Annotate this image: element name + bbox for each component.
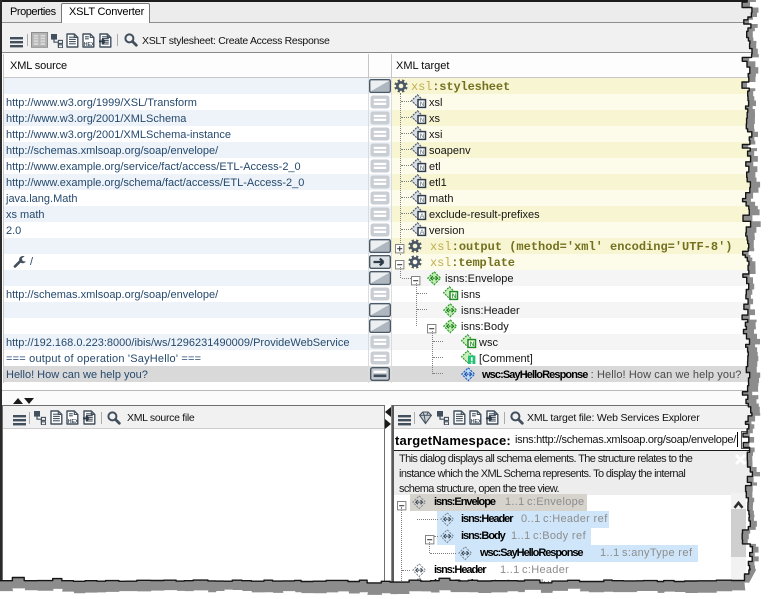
svg-text:N: N <box>420 117 425 124</box>
svg-text:A: A <box>420 213 425 220</box>
svg-text:N: N <box>420 181 425 188</box>
svg-text:N: N <box>420 149 425 156</box>
svg-text:HEX: HEX <box>84 42 95 48</box>
svg-text:HEX: HEX <box>68 419 79 425</box>
svg-text:N: N <box>420 197 425 204</box>
svg-text:N: N <box>420 101 425 108</box>
svg-text:N: N <box>420 133 425 140</box>
svg-text:A: A <box>420 229 425 236</box>
svg-text:HEX: HEX <box>471 419 482 425</box>
svg-text:N: N <box>420 165 425 172</box>
svg-text:N: N <box>470 341 475 348</box>
svg-text:N: N <box>452 293 457 300</box>
